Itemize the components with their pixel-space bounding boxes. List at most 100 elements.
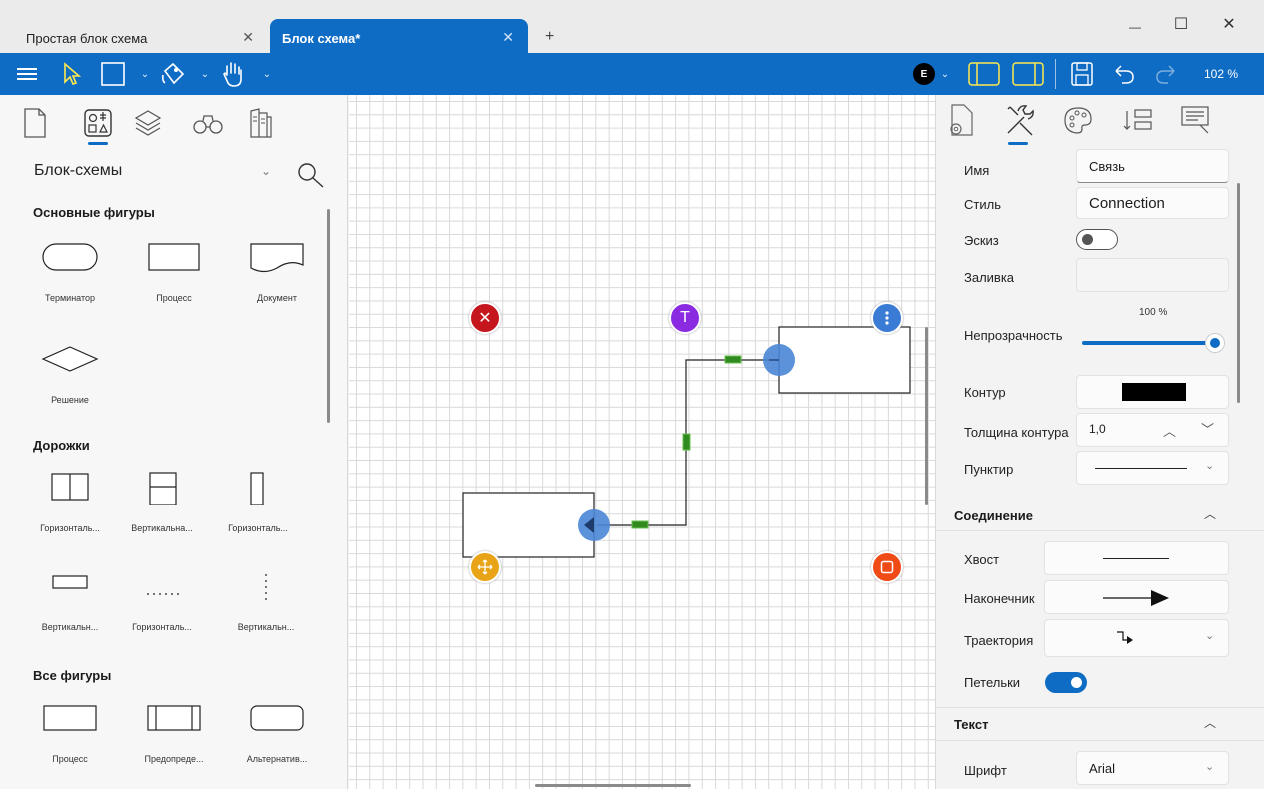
zoom-level[interactable]: 102 %	[1196, 53, 1246, 95]
close-tab-icon[interactable]: ✕	[242, 29, 254, 46]
theme-badge[interactable]: E	[911, 53, 937, 95]
fill-bucket-icon[interactable]	[156, 53, 190, 95]
panel-right-icon[interactable]	[1010, 53, 1046, 95]
opacity-slider[interactable]	[1082, 341, 1222, 345]
orthogonal-path-icon	[1117, 631, 1133, 644]
diagram-canvas[interactable]: ✕ T	[349, 95, 935, 789]
arrow-head-icon	[1103, 590, 1169, 606]
connector-midpoint-handle[interactable]	[682, 433, 691, 451]
chevron-up-icon[interactable]: ︿	[1163, 421, 1176, 440]
close-window-button[interactable]: ✕	[1206, 14, 1252, 44]
main-toolbar: ⌄ ⌄ ⌄ E ⌄ 102 %	[0, 53, 1264, 95]
fill-label: Заливка	[964, 270, 1015, 285]
shape-swimlane[interactable]: Горизонталь...	[213, 471, 303, 533]
shape-swimlane[interactable]: Вертикальна...	[117, 471, 207, 533]
outline-color-picker[interactable]	[1076, 375, 1229, 409]
shape-caption: Вертикальн...	[41, 622, 99, 632]
chevron-down-icon: ⌄	[1205, 630, 1215, 642]
shape-settings-icon[interactable]	[946, 103, 976, 140]
tail-select[interactable]	[1044, 541, 1229, 575]
shape-swimlane[interactable]: Горизонталь...	[25, 471, 115, 533]
shape-terminator[interactable]: Терминатор	[25, 241, 115, 303]
shape-alternate-process[interactable]: Альтернатив...	[232, 702, 322, 764]
shape-document[interactable]: Документ	[232, 241, 322, 303]
path-select[interactable]: ⌄	[1044, 619, 1229, 657]
search-icon[interactable]	[296, 161, 326, 192]
chevron-down-icon[interactable]: ⌄	[938, 53, 952, 95]
flowchart-process-shape[interactable]	[462, 492, 595, 558]
panel-left-icon[interactable]	[966, 53, 1002, 95]
head-label: Наконечник	[964, 591, 1035, 606]
flowchart-process-shape[interactable]	[778, 326, 911, 394]
chevron-down-icon[interactable]: ⌄	[260, 53, 274, 95]
arrange-icon[interactable]	[1122, 107, 1154, 136]
outline-width-stepper[interactable]: 1,0 ︿ ﹀	[1076, 413, 1229, 447]
style-handle[interactable]	[871, 551, 903, 583]
tab-simple-flowchart[interactable]: Простая блок схема ✕	[10, 19, 268, 53]
text-section-header[interactable]: Текст	[954, 717, 988, 732]
tools-icon[interactable]	[1004, 103, 1038, 140]
chevron-down-icon[interactable]: ⌄	[198, 53, 212, 95]
name-input[interactable]: Связь	[1076, 149, 1229, 183]
properties-divider	[936, 530, 1264, 531]
opacity-slider-thumb[interactable]	[1205, 333, 1225, 353]
text-handle[interactable]: T	[669, 302, 701, 334]
maximize-button[interactable]: ☐	[1158, 14, 1204, 44]
page-icon[interactable]	[15, 103, 55, 143]
rectangle-icon[interactable]	[96, 53, 130, 95]
shape-swimlane[interactable]: Вертикальн...	[25, 570, 115, 632]
palette-icon[interactable]	[1062, 105, 1094, 138]
hand-icon[interactable]	[216, 53, 250, 95]
shape-process[interactable]: Процесс	[129, 241, 219, 303]
dash-select[interactable]: ⌄	[1076, 451, 1229, 485]
move-handle[interactable]	[469, 551, 501, 583]
head-select[interactable]	[1044, 580, 1229, 614]
shapes-icon[interactable]	[78, 103, 118, 143]
name-value: Связь	[1089, 159, 1125, 174]
delete-handle[interactable]: ✕	[469, 302, 501, 334]
canvas-vertical-scrollbar[interactable]	[925, 327, 928, 505]
tab-flowchart[interactable]: Блок схема* ✕	[270, 19, 528, 53]
shape-decision[interactable]: Решение	[25, 343, 115, 405]
chevron-up-icon[interactable]: ︿	[1204, 505, 1216, 522]
library-icon[interactable]	[240, 103, 280, 143]
connector-midpoint-handle[interactable]	[724, 355, 742, 364]
loops-toggle[interactable]	[1045, 672, 1087, 693]
tab-label: Блок схема*	[282, 31, 361, 46]
undo-icon[interactable]	[1108, 53, 1140, 95]
shape-predefined-process[interactable]: Предопреде...	[129, 702, 219, 764]
font-select[interactable]: Arial ⌄	[1076, 751, 1229, 785]
menu-icon[interactable]	[10, 53, 44, 95]
pointer-icon[interactable]	[58, 53, 86, 95]
save-icon[interactable]	[1066, 53, 1098, 95]
notes-icon[interactable]	[1180, 105, 1212, 138]
loops-label: Петельки	[964, 675, 1021, 690]
font-label: Шрифт	[964, 763, 1007, 778]
connector-midpoint-handle[interactable]	[631, 520, 649, 529]
more-handle[interactable]	[871, 302, 903, 334]
redo-icon[interactable]	[1150, 53, 1182, 95]
chevron-up-icon[interactable]: ︿	[1204, 714, 1216, 731]
shape-separator[interactable]: Горизонталь...	[117, 570, 207, 632]
close-tab-icon[interactable]: ✕	[502, 29, 514, 46]
layers-icon[interactable]	[128, 103, 168, 143]
shapes-scrollbar[interactable]	[327, 209, 330, 423]
shape-caption: Документ	[257, 293, 297, 303]
square-icon	[880, 560, 894, 574]
shape-separator[interactable]: Вертикальн...	[221, 570, 311, 632]
canvas-horizontal-scrollbar[interactable]	[535, 784, 691, 787]
style-input[interactable]: Connection	[1076, 187, 1229, 219]
style-label: Стиль	[964, 197, 1001, 212]
new-tab-button[interactable]: +	[545, 28, 554, 46]
minimize-button[interactable]: —	[1112, 20, 1158, 50]
move-icon	[477, 559, 493, 575]
fill-color-picker[interactable]	[1076, 258, 1229, 292]
shape-process[interactable]: Процесс	[25, 702, 115, 764]
chevron-down-icon[interactable]: ﹀	[1201, 419, 1214, 438]
properties-scrollbar[interactable]	[1237, 183, 1240, 403]
binoculars-icon[interactable]	[188, 103, 228, 143]
sketch-toggle[interactable]	[1076, 229, 1118, 250]
category-select[interactable]: Блок-схемы ⌄	[34, 162, 274, 188]
chevron-down-icon[interactable]: ⌄	[138, 53, 152, 95]
connection-section-header[interactable]: Соединение	[954, 508, 1033, 523]
